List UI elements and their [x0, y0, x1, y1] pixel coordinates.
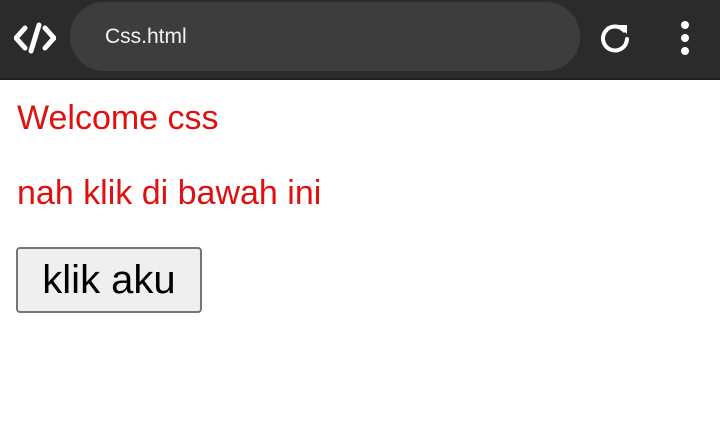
more-menu-button[interactable]: [670, 18, 700, 58]
code-brackets-icon[interactable]: [13, 22, 57, 54]
instruction-text: nah klik di bawah ini: [17, 174, 322, 212]
reload-button[interactable]: [596, 20, 634, 58]
address-bar[interactable]: Css.html: [70, 2, 580, 71]
browser-toolbar: Css.html: [0, 0, 720, 80]
reload-icon: [601, 24, 629, 53]
page-content: Welcome css nah klik di bawah ini klik a…: [0, 80, 720, 442]
address-text: Css.html: [105, 25, 187, 48]
welcome-heading: Welcome css: [17, 99, 219, 137]
klik-aku-button[interactable]: klik aku: [16, 247, 202, 313]
more-vertical-icon: [681, 21, 689, 55]
